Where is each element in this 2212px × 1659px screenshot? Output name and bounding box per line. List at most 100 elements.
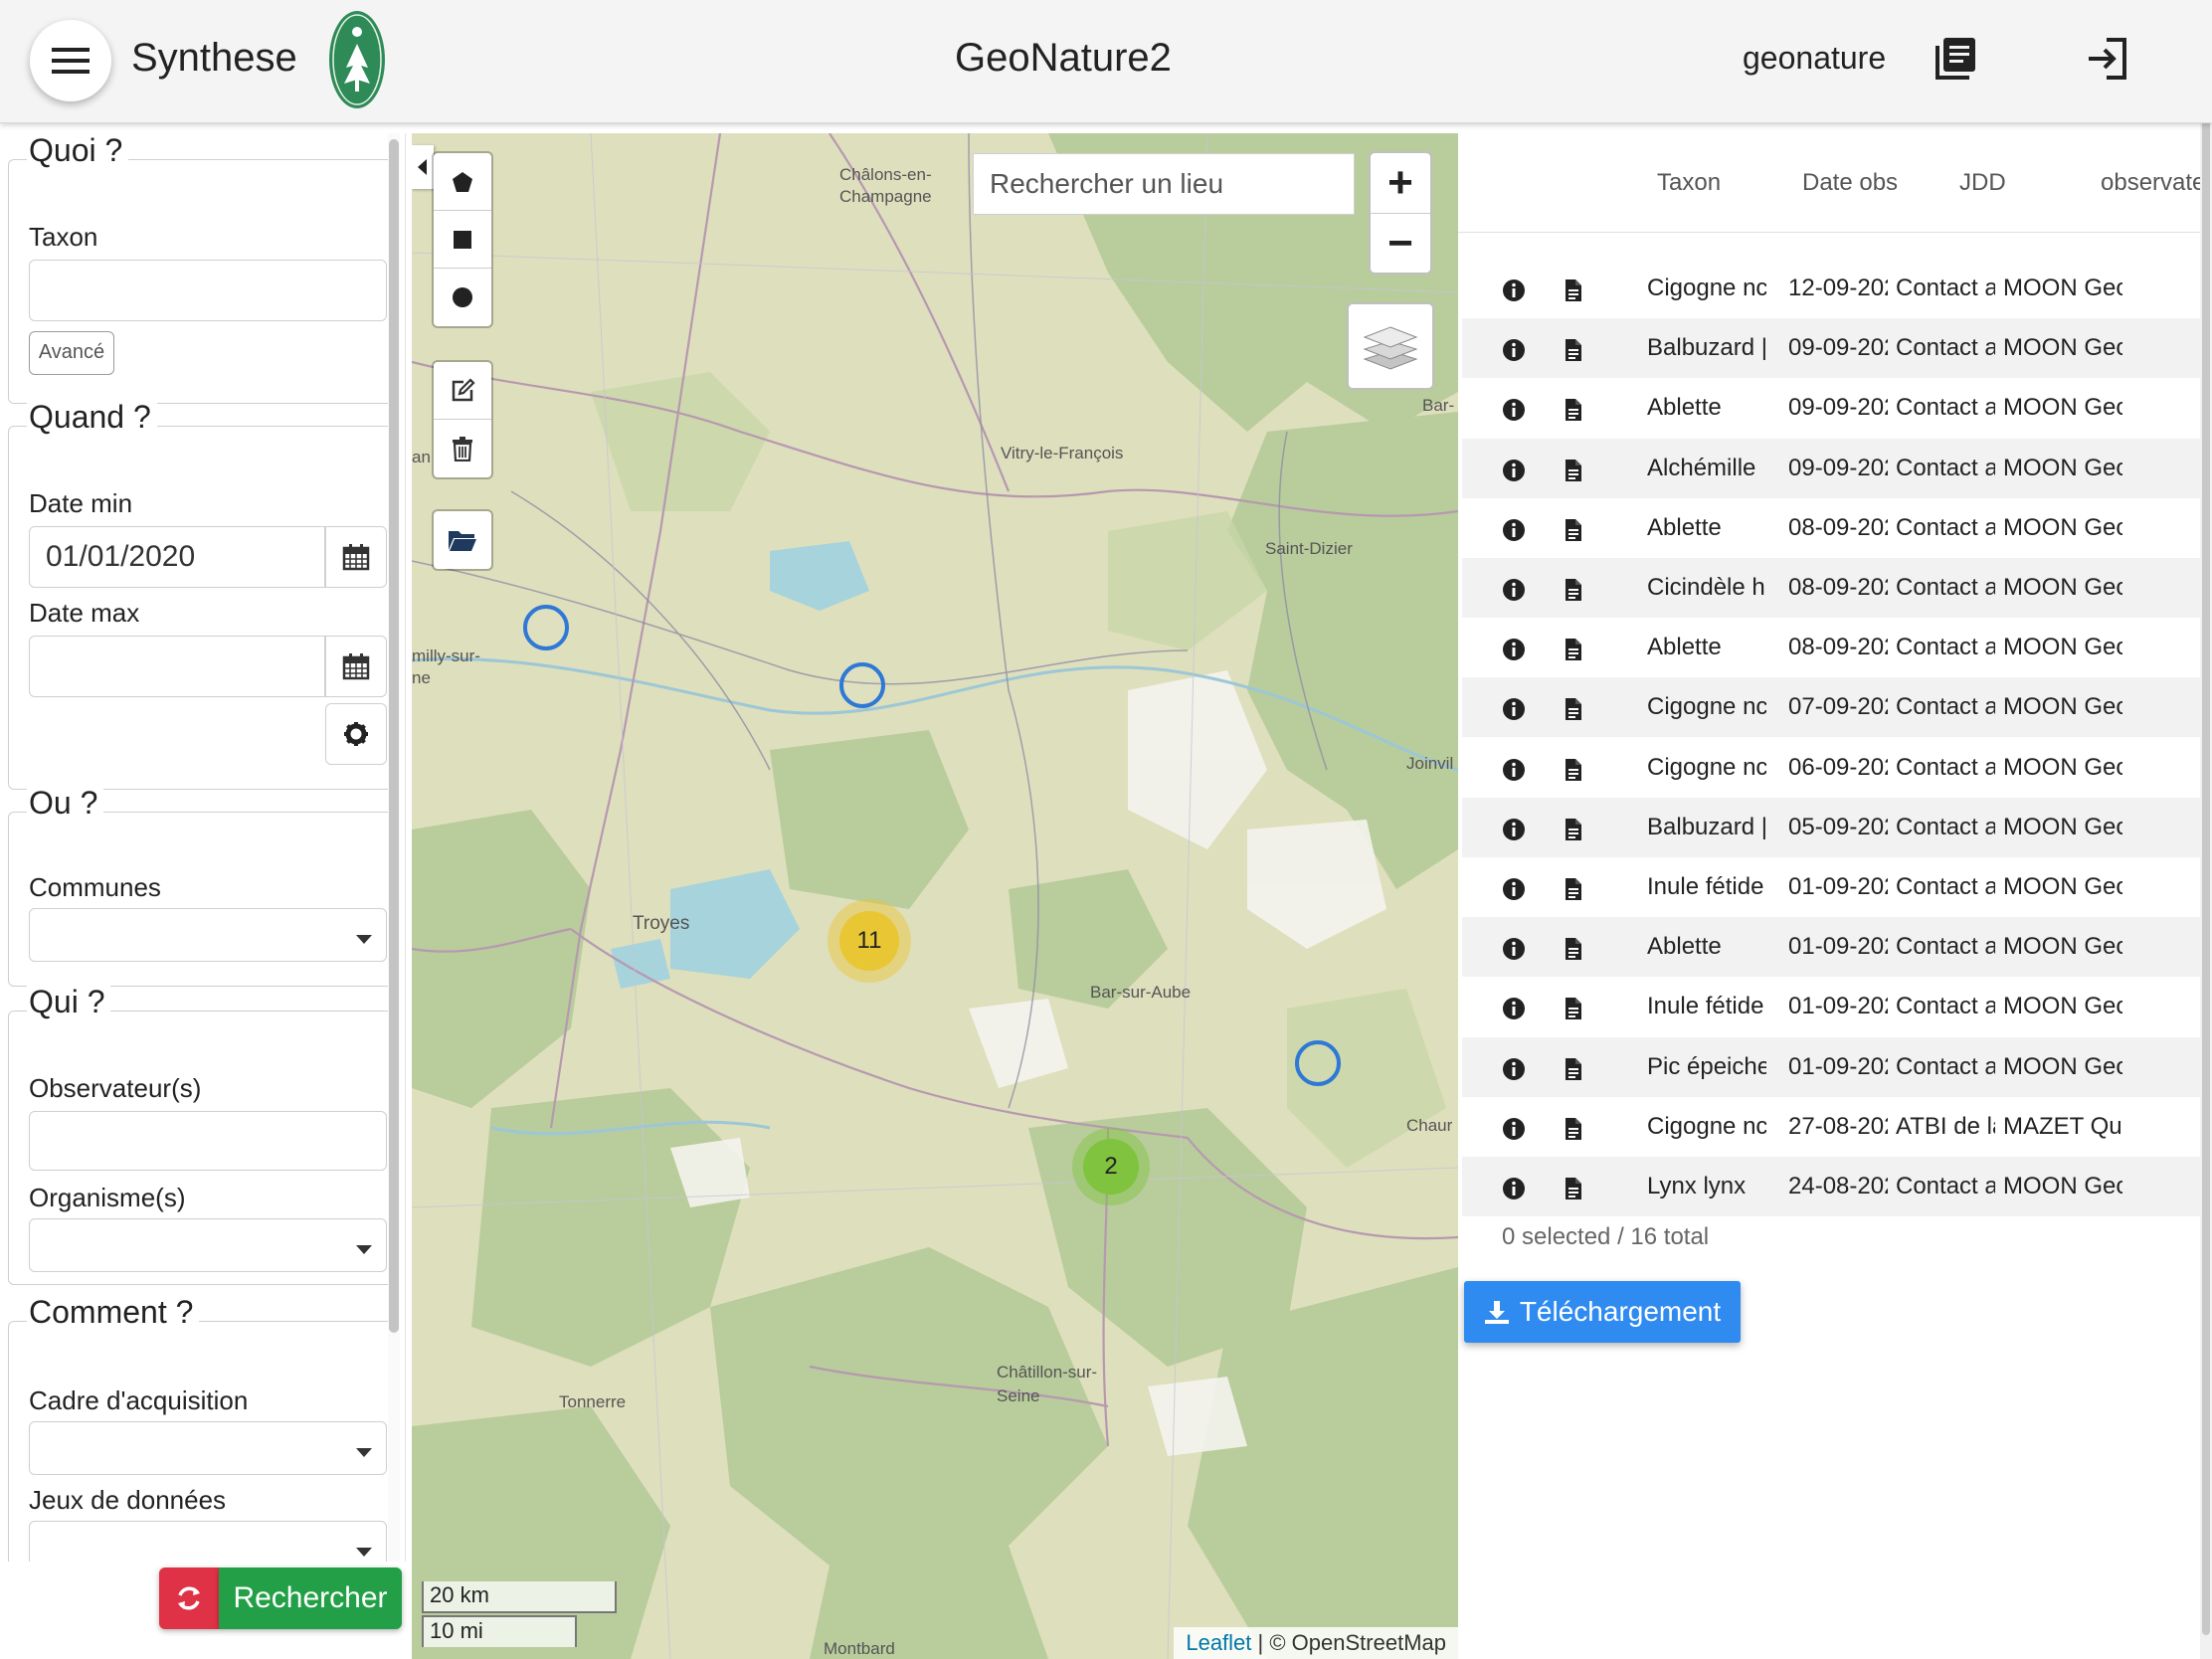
info-icon[interactable] [1502,937,1526,961]
info-icon[interactable] [1502,697,1526,721]
file-icon[interactable] [1562,578,1585,602]
date-max-input[interactable] [29,636,325,697]
file-icon[interactable] [1562,459,1585,482]
cell-taxon: Cigogne nc [1647,275,1766,301]
date-settings-button[interactable] [325,703,387,765]
page-scrollbar[interactable] [2200,0,2212,1659]
info-icon[interactable] [1502,1177,1526,1200]
file-icon[interactable] [1562,818,1585,841]
leaflet-link[interactable]: Leaflet [1186,1630,1251,1655]
info-icon[interactable] [1502,518,1526,542]
marker-cluster[interactable]: 2 [1072,1128,1150,1205]
info-icon[interactable] [1502,1117,1526,1141]
table-row[interactable]: Pic épeiche 01-09-202 Contact ale MOON Geo [1462,1036,2212,1097]
info-icon[interactable] [1502,398,1526,422]
file-icon[interactable] [1562,997,1585,1020]
edit-layers-button[interactable] [434,362,491,420]
info-icon[interactable] [1502,1057,1526,1081]
file-icon[interactable] [1562,877,1585,901]
draw-rectangle-button[interactable] [434,211,491,269]
draw-polygon-button[interactable] [434,153,491,211]
acquisition-framework-select[interactable] [29,1421,387,1475]
info-icon[interactable] [1502,758,1526,782]
table-row[interactable]: Balbuzard | 09-09-202 Contact ale MOON Geo [1462,318,2212,379]
file-icon[interactable] [1562,338,1585,362]
file-icon[interactable] [1562,278,1585,302]
top-navbar: Synthese GeoNature2 geonature [0,0,2212,123]
cell-taxon: Alchémille [1647,454,1756,481]
draw-circle-button[interactable] [434,269,491,326]
table-row[interactable]: Cigogne nc 06-09-202 Contact ale MOON Geo [1462,738,2212,798]
file-icon[interactable] [1562,1117,1585,1141]
table-row[interactable]: Ablette 08-09-202 Contact ale MOON Geo [1462,618,2212,677]
table-row[interactable]: Cigogne nc 12-09-202 Contact ale MOON Geo [1462,259,2212,318]
date-min-calendar-button[interactable] [325,526,387,588]
info-icon[interactable] [1502,459,1526,482]
info-icon[interactable] [1502,818,1526,841]
file-icon[interactable] [1562,1177,1585,1200]
column-header-taxon[interactable]: Taxon [1657,169,1721,197]
file-icon[interactable] [1562,398,1585,422]
edit-shapes-toolbar [432,360,493,479]
national-park-logo [329,11,385,108]
column-header-observer[interactable]: observate [2101,169,2205,197]
download-button[interactable]: Téléchargement [1464,1281,1741,1343]
organisms-select[interactable] [29,1218,387,1272]
file-icon[interactable] [1562,1057,1585,1081]
open-file-button[interactable] [434,511,491,569]
sidebar-scrollbar-thumb[interactable] [389,139,399,1333]
datasets-select[interactable] [29,1521,387,1562]
info-icon[interactable] [1502,338,1526,362]
delete-layers-button[interactable] [434,420,491,477]
place-search-input[interactable]: Rechercher un lieu [973,153,1355,215]
logout-icon[interactable] [2085,36,2130,82]
table-row[interactable]: Cigogne nc 07-09-202 Contact ale MOON Geo [1462,677,2212,738]
zoom-out-button[interactable]: − [1371,213,1430,273]
table-row[interactable]: Alchémille 09-09-202 Contact ale MOON Geo [1462,438,2212,498]
marker-cluster[interactable]: 11 [828,899,911,983]
info-icon[interactable] [1502,638,1526,661]
observation-marker[interactable] [1295,1040,1341,1086]
date-max-calendar-button[interactable] [325,636,387,697]
file-icon[interactable] [1562,758,1585,782]
table-row[interactable]: Balbuzard | 05-09-202 Contact ale MOON Geo [1462,797,2212,857]
table-row[interactable]: Ablette 08-09-202 Contact ale MOON Geo [1462,498,2212,558]
search-button[interactable]: Rechercher [219,1567,402,1629]
place-label: Bar- [1422,396,1455,415]
info-icon[interactable] [1502,877,1526,901]
observation-marker[interactable] [839,662,885,708]
table-row[interactable]: Inule fétide 01-09-202 Contact ale MOON Geo [1462,857,2212,917]
collapse-sidebar-button[interactable] [412,145,434,189]
taxon-input[interactable] [29,260,387,321]
file-icon[interactable] [1562,638,1585,661]
cell-date: 09-09-202 [1788,334,1888,362]
menu-button[interactable] [30,20,111,101]
info-icon[interactable] [1502,997,1526,1020]
zoom-in-button[interactable]: + [1371,153,1430,213]
table-row[interactable]: Ablette 01-09-202 Contact ale MOON Geo [1462,917,2212,978]
page-scrollbar-thumb[interactable] [2202,4,2210,1635]
layers-button[interactable] [1347,302,1434,390]
table-row[interactable]: Ablette 09-09-202 Contact ale MOON Geo [1462,378,2212,438]
info-icon[interactable] [1502,278,1526,302]
reset-filters-button[interactable] [159,1567,219,1629]
documentation-icon[interactable] [1934,36,1979,82]
column-header-date[interactable]: Date obs [1802,169,1898,197]
communes-select[interactable] [29,908,387,962]
cell-date: 01-09-202 [1788,993,1888,1020]
file-icon[interactable] [1562,937,1585,961]
map-view[interactable]: Châlons-en- Champagne Vitry-le-François … [412,133,1458,1659]
table-row[interactable]: Cicindèle h 08-09-202 Contact ale MOON Geo [1462,558,2212,618]
file-icon[interactable] [1562,697,1585,721]
table-row[interactable]: Lynx lynx 24-08-202 Contact ale MOON Geo [1462,1157,2212,1216]
info-icon[interactable] [1502,578,1526,602]
cell-taxon: Ablette [1647,634,1722,661]
file-icon[interactable] [1562,518,1585,542]
advanced-button[interactable]: Avancé [29,331,114,375]
table-row[interactable]: Inule fétide 01-09-202 Contact ale MOON Geo [1462,977,2212,1036]
table-row[interactable]: Cigogne nc 27-08-202 ATBI de la | MAZET Qu [1462,1097,2212,1157]
column-header-dataset[interactable]: JDD [1959,169,2006,197]
observation-marker[interactable] [523,605,569,650]
date-min-input[interactable]: 01/01/2020 [29,526,325,588]
observers-input[interactable] [29,1111,387,1171]
